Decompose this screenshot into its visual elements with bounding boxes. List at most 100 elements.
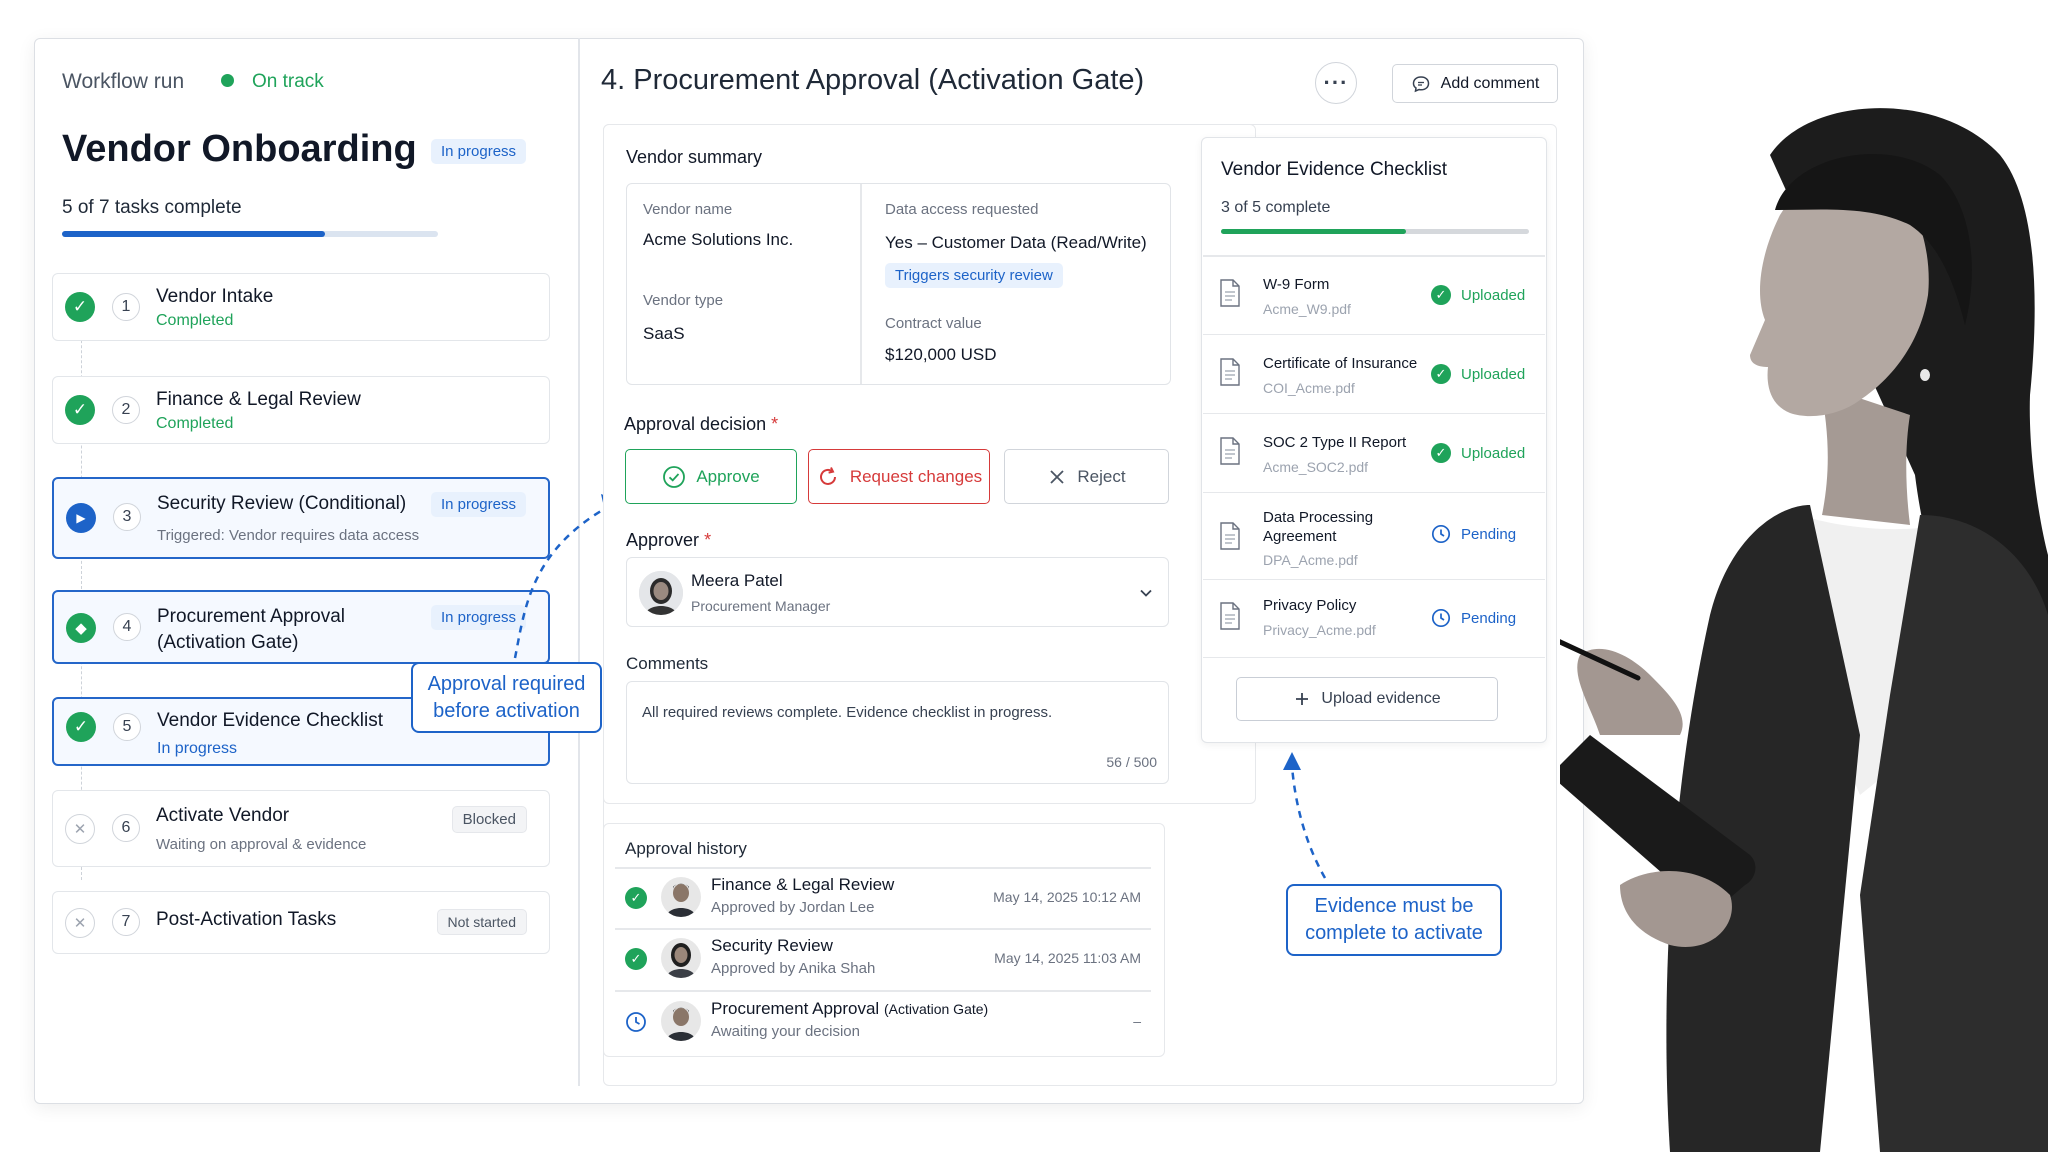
approval-decision-label: Approval decision *: [624, 414, 778, 435]
vendor-summary-heading: Vendor summary: [626, 147, 763, 167]
history-timestamp: May 14, 2025 10:12 AM: [993, 889, 1141, 905]
status-label: On track: [252, 71, 324, 92]
document-icon: [1220, 437, 1240, 465]
history-divider: [615, 990, 1151, 992]
evidence-name-line: Data Processing: [1263, 509, 1374, 526]
add-comment-label: Add comment: [1440, 74, 1540, 92]
add-comment-button[interactable]: Add comment: [1392, 64, 1558, 103]
x-circle-icon: ✕: [65, 814, 95, 844]
history-approver: Approved by Jordan Lee: [711, 899, 875, 916]
approve-label: Approve: [696, 466, 760, 486]
approver-label: Approver *: [626, 530, 711, 551]
comments-textarea[interactable]: All required reviews complete. Evidence …: [626, 681, 1169, 784]
evidence-file: DPA_Acme.pdf: [1263, 552, 1358, 568]
progress-fill: [62, 231, 326, 237]
evidence-file: Acme_SOC2.pdf: [1263, 459, 1369, 475]
callout-arrow-evidence: [1283, 752, 1327, 879]
evidence-item-coi[interactable]: Certificate of Insurance COI_Acme.pdf ✓ U…: [1203, 336, 1545, 414]
character-counter: 56 / 500: [1106, 754, 1157, 770]
evidence-file: Privacy_Acme.pdf: [1263, 622, 1376, 638]
reject-button[interactable]: Reject: [1004, 449, 1169, 504]
step-number: 5: [113, 713, 141, 741]
check-circle-icon: ✓: [1431, 285, 1451, 305]
contract-value-label: Contract value: [885, 315, 982, 332]
status-text: Pending: [1461, 525, 1517, 543]
evidence-name: Privacy Policy: [1263, 597, 1357, 614]
comments-label: Comments: [626, 654, 709, 673]
approver-avatar: [639, 571, 683, 615]
step-title: Vendor Intake: [156, 286, 274, 307]
callout-line: Approval required: [427, 672, 586, 695]
request-changes-button[interactable]: Request changes: [808, 449, 990, 504]
check-circle-icon: ✓: [625, 887, 647, 909]
step-7-post-activation[interactable]: ✕ 7 Post-Activation Tasks Not started: [52, 891, 550, 954]
step-1-vendor-intake[interactable]: ✓ 1 Vendor Intake Completed: [52, 273, 550, 341]
step-title: Activate Vendor: [156, 805, 290, 826]
evidence-item-privacy[interactable]: Privacy Policy Privacy_Acme.pdf Pending: [1203, 580, 1545, 658]
status-text: Uploaded: [1461, 444, 1526, 462]
progress-track: [62, 231, 438, 237]
evidence-status: ✓ Uploaded: [1431, 364, 1525, 384]
evidence-name-line: Agreement: [1263, 528, 1337, 545]
step-6-activate-vendor[interactable]: ✕ 6 Activate Vendor Waiting on approval …: [52, 790, 550, 867]
step-title: Procurement Approval (Activation Gate): [157, 604, 345, 656]
vendor-name-value: Acme Solutions Inc.: [643, 230, 794, 249]
security-review-tag: Triggers security review: [885, 263, 1063, 288]
document-icon: [1220, 279, 1240, 307]
evidence-status: ✓ Uploaded: [1431, 285, 1525, 305]
evidence-item-soc2[interactable]: SOC 2 Type II Report Acme_SOC2.pdf ✓ Uplo…: [1203, 415, 1545, 493]
step-title: Security Review (Conditional): [157, 493, 407, 514]
upload-evidence-label: Upload evidence: [1321, 690, 1441, 707]
callout-line: before activation: [433, 699, 580, 722]
upload-evidence-button[interactable]: Upload evidence: [1236, 677, 1498, 721]
check-circle-icon: ✓: [66, 712, 96, 742]
summary-divider: [860, 184, 862, 384]
vendor-name-label: Vendor name: [643, 201, 733, 218]
history-divider: [615, 867, 1151, 869]
check-circle-outline-icon: [663, 465, 686, 488]
step-4-procurement-approval[interactable]: ◆ 4 Procurement Approval (Activation Gat…: [52, 590, 550, 664]
vendor-type-label: Vendor type: [643, 292, 724, 309]
step-number: 7: [112, 908, 140, 936]
page-title: Vendor Onboarding: [62, 128, 417, 170]
approver-role: Procurement Manager: [691, 598, 831, 614]
step-trigger-note: Triggered: Vendor requires data access: [157, 527, 420, 544]
approve-button[interactable]: Approve: [625, 449, 797, 504]
document-icon: [1220, 522, 1240, 550]
person-avatar-icon: [639, 571, 683, 615]
evidence-name: Certificate of Insurance: [1263, 355, 1418, 372]
comments-text: All required reviews complete. Evidence …: [642, 704, 1053, 721]
evidence-required-callout: Evidence must be complete to activate: [1286, 884, 1502, 956]
evidence-status: ✓ Uploaded: [1431, 443, 1525, 463]
step-status: Completed: [156, 312, 234, 329]
vendor-type-value: SaaS: [643, 324, 685, 343]
step-waiting-note: Waiting on approval & evidence: [156, 836, 367, 853]
step-number: 4: [113, 613, 141, 641]
status-text: Uploaded: [1461, 286, 1526, 304]
step-3-security-review[interactable]: ▶ 3 Security Review (Conditional) Trigge…: [52, 477, 550, 559]
approver-label-text: Approver: [626, 530, 700, 550]
history-row: ✓ Security Review Approved by Anika Shah…: [615, 932, 1151, 992]
history-row: ✓ Finance & Legal Review Approved by Jor…: [615, 871, 1151, 931]
document-icon: [1220, 358, 1240, 386]
check-circle-icon: ✓: [65, 292, 95, 322]
evidence-item-w9[interactable]: W-9 Form Acme_W9.pdf ✓ Uploaded: [1203, 257, 1545, 335]
reject-label: Reject: [1077, 466, 1126, 486]
step-number: 6: [112, 814, 140, 842]
step-status: Completed: [156, 415, 234, 432]
status-text: Uploaded: [1461, 365, 1526, 383]
evidence-status: Pending: [1431, 524, 1516, 544]
contract-value: $120,000 USD: [885, 345, 997, 364]
evidence-item-dpa[interactable]: Data Processing Agreement DPA_Acme.pdf P…: [1203, 494, 1545, 580]
step-2-finance-legal[interactable]: ✓ 2 Finance & Legal Review Completed: [52, 376, 550, 444]
chevron-down-icon: [1140, 589, 1152, 597]
more-options-icon[interactable]: ···: [1315, 62, 1357, 104]
history-row-pending[interactable]: Procurement Approval (Activation Gate) A…: [615, 995, 1151, 1055]
vendor-summary-card: Vendor name Acme Solutions Inc. Vendor t…: [626, 183, 1171, 385]
data-access-value: Yes – Customer Data (Read/Write): [885, 233, 1147, 252]
approver-select[interactable]: Meera Patel Procurement Manager: [626, 557, 1169, 627]
checklist-progress-fill: [1221, 229, 1406, 234]
step-status: In progress: [157, 740, 238, 757]
history-step-suffix: (Activation Gate): [883, 1001, 989, 1017]
check-circle-icon: ✓: [625, 948, 647, 970]
